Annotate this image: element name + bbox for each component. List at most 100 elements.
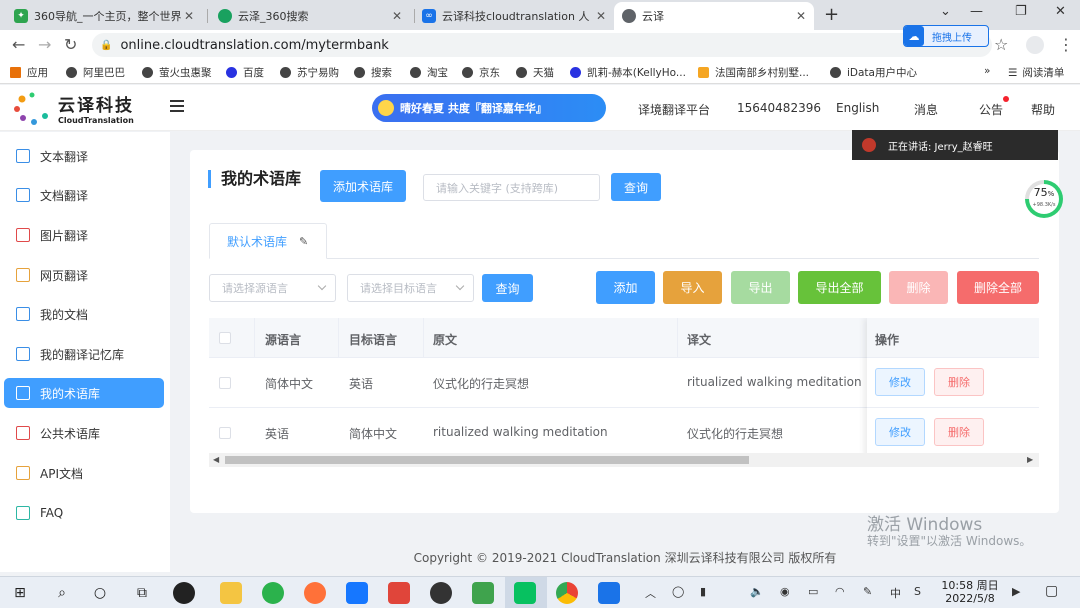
- tab-search-icon[interactable]: ⌄: [940, 4, 951, 19]
- system-clock[interactable]: 10:58 周日 2022/5/8: [935, 579, 1005, 605]
- bookmark-item[interactable]: iData用户中心: [830, 65, 917, 80]
- search-icon[interactable]: ⌕: [52, 583, 72, 603]
- bookmark-item[interactable]: 搜索: [354, 65, 392, 80]
- task-view-icon[interactable]: ⧉: [132, 583, 152, 603]
- wechat-icon[interactable]: [514, 582, 536, 604]
- row-checkbox[interactable]: [219, 377, 231, 389]
- delete-row-button[interactable]: 删除: [934, 418, 984, 446]
- delete-row-button[interactable]: 删除: [934, 368, 984, 396]
- target-language-select[interactable]: 请选择目标语言: [347, 274, 474, 302]
- browser-tab-active[interactable]: 云译 ✕: [614, 2, 814, 30]
- browser-tab[interactable]: ∞ 云译科技cloudtranslation 人工智 ✕: [414, 2, 614, 30]
- minimize-icon[interactable]: —: [970, 4, 983, 19]
- bookmark-apps[interactable]: 应用: [10, 65, 48, 80]
- export-all-button[interactable]: 导出全部: [798, 271, 881, 304]
- scroll-right-icon[interactable]: ▶: [1027, 455, 1033, 464]
- back-icon[interactable]: ←: [12, 35, 25, 54]
- sidebar-item-api-docs[interactable]: API文档: [4, 458, 164, 488]
- nav-account[interactable]: 15640482396: [737, 101, 821, 115]
- nav-help[interactable]: 帮助: [1031, 101, 1055, 118]
- windows-start-icon[interactable]: ⊞: [10, 583, 30, 603]
- close-window-icon[interactable]: ✕: [1055, 4, 1066, 19]
- close-tab-icon[interactable]: ✕: [796, 9, 806, 23]
- tab-default-termbank[interactable]: 默认术语库 ✎: [209, 223, 327, 259]
- sidebar-item-document-translation[interactable]: 文档翻译: [4, 180, 164, 210]
- nav-platform[interactable]: 译境翻译平台: [638, 101, 710, 118]
- export-button[interactable]: 导出: [731, 271, 790, 304]
- sidebar-item-my-documents[interactable]: 我的文档: [4, 299, 164, 329]
- filter-search-button[interactable]: 查询: [482, 274, 533, 302]
- cortana-icon[interactable]: ○: [90, 583, 110, 603]
- edit-row-button[interactable]: 修改: [875, 418, 925, 446]
- search-button[interactable]: 查询: [611, 173, 661, 201]
- edit-pencil-icon[interactable]: ✎: [299, 235, 308, 248]
- nav-language[interactable]: English: [836, 101, 879, 115]
- reading-list[interactable]: ☰ 阅读清单: [1008, 65, 1064, 80]
- bookmark-item[interactable]: 凯莉-赫本(KellyHo...: [570, 65, 686, 80]
- volume-icon[interactable]: 🔈: [750, 585, 764, 598]
- import-button[interactable]: 导入: [663, 271, 722, 304]
- baidu-netdisk-icon[interactable]: [598, 582, 620, 604]
- tray-circle-icon[interactable]: ◯: [672, 585, 684, 598]
- bookmark-item[interactable]: 京东: [462, 65, 500, 80]
- bookmark-item[interactable]: 百度: [226, 65, 264, 80]
- close-tab-icon[interactable]: ✕: [596, 9, 606, 23]
- close-tab-icon[interactable]: ✕: [392, 9, 402, 23]
- sidebar-item-image-translation[interactable]: 图片翻译: [4, 220, 164, 250]
- network-speed-widget[interactable]: 75% +98.3K/s: [1025, 180, 1063, 218]
- promo-banner[interactable]: 晴好春夏 共度『翻译嘉年华』: [372, 94, 606, 122]
- security-icon[interactable]: ◉: [780, 585, 790, 598]
- scrollbar-thumb[interactable]: [225, 456, 749, 464]
- sidebar-item-translation-memory[interactable]: 我的翻译记忆库: [4, 339, 164, 369]
- usb-icon[interactable]: ▮: [700, 585, 706, 598]
- logo[interactable]: 云译科技 CloudTranslation: [12, 89, 134, 127]
- wifi-icon[interactable]: ◠: [835, 585, 845, 598]
- url-field[interactable]: 🔒 online.cloudtranslation.com/mytermbank: [92, 33, 992, 57]
- editor-icon[interactable]: [472, 582, 494, 604]
- sidebar-item-web-translation[interactable]: 网页翻译: [4, 260, 164, 290]
- add-termbank-button[interactable]: 添加术语库: [320, 170, 406, 202]
- battery-icon[interactable]: ▭: [808, 585, 818, 598]
- add-term-button[interactable]: 添加: [596, 271, 655, 304]
- nav-announcements[interactable]: 公告: [979, 101, 1003, 118]
- qq-icon[interactable]: [430, 582, 452, 604]
- ime-indicator[interactable]: 中: [890, 585, 901, 601]
- bookmark-item[interactable]: 阿里巴巴: [66, 65, 125, 80]
- file-explorer-icon[interactable]: [220, 582, 242, 604]
- bookmark-item[interactable]: 法国南部乡村别墅...: [698, 65, 809, 80]
- notification-badge-icon[interactable]: ▶: [1012, 585, 1020, 598]
- action-center-icon[interactable]: ▢: [1045, 583, 1058, 599]
- chrome-icon[interactable]: [556, 582, 578, 604]
- bookmark-item[interactable]: 萤火虫惠聚: [142, 65, 212, 80]
- sidebar-item-my-termbank[interactable]: 我的术语库: [4, 378, 164, 408]
- delete-button[interactable]: 删除: [889, 271, 948, 304]
- forward-icon[interactable]: →: [38, 35, 51, 54]
- menu-toggle-icon[interactable]: [170, 100, 184, 112]
- sidebar-item-faq[interactable]: FAQ: [4, 498, 164, 528]
- tray-expand-icon[interactable]: ︿: [645, 585, 656, 601]
- browser-tab[interactable]: 云泽_360搜索 ✕: [210, 2, 410, 30]
- reload-icon[interactable]: ↻: [64, 35, 77, 54]
- sidebar-item-text-translation[interactable]: 文本翻译: [4, 141, 164, 171]
- ie-browser-icon[interactable]: [262, 582, 284, 604]
- star-icon[interactable]: ☆: [994, 35, 1008, 54]
- bookmark-item[interactable]: 苏宁易购: [280, 65, 339, 80]
- edit-row-button[interactable]: 修改: [875, 368, 925, 396]
- drag-upload-button[interactable]: ☁ 拖拽上传: [903, 25, 989, 47]
- close-tab-icon[interactable]: ✕: [184, 9, 194, 23]
- photos-icon[interactable]: [346, 582, 368, 604]
- source-language-select[interactable]: 请选择源语言: [209, 274, 336, 302]
- keyword-search-input[interactable]: 请输入关键字 (支持跨库): [423, 174, 600, 201]
- delete-all-button[interactable]: 删除全部: [957, 271, 1039, 304]
- profile-icon[interactable]: [1026, 36, 1044, 54]
- select-all-checkbox[interactable]: [219, 332, 231, 344]
- new-tab-icon[interactable]: +: [824, 4, 839, 25]
- nav-messages[interactable]: 消息: [914, 101, 938, 118]
- scroll-left-icon[interactable]: ◀: [213, 455, 219, 464]
- firefox-icon[interactable]: [304, 582, 326, 604]
- sogou-icon[interactable]: S: [914, 585, 921, 598]
- pen-icon[interactable]: ✎: [863, 585, 872, 598]
- sidebar-item-public-termbank[interactable]: 公共术语库: [4, 418, 164, 448]
- restore-icon[interactable]: ❐: [1015, 4, 1027, 19]
- wps-icon[interactable]: [388, 582, 410, 604]
